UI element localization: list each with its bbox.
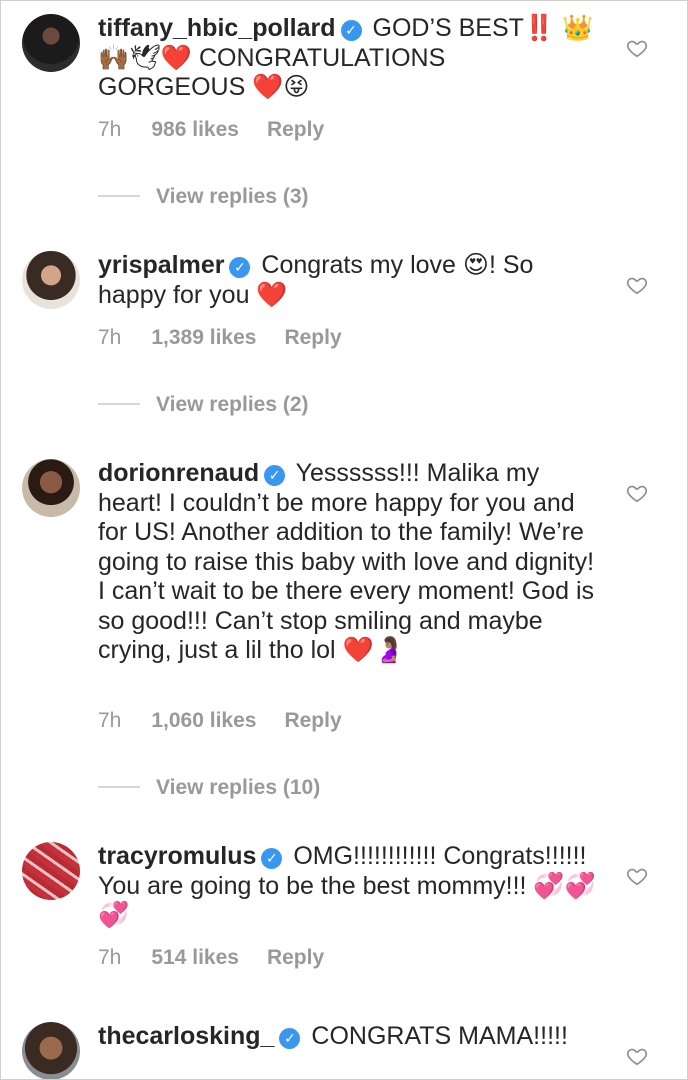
reply-button[interactable]: Reply xyxy=(267,946,324,969)
divider xyxy=(98,403,140,405)
comment-username[interactable]: thecarlosking_ xyxy=(98,1022,274,1050)
view-replies-button[interactable]: View replies (10) xyxy=(98,776,320,800)
comment-username[interactable]: dorionrenaud xyxy=(98,459,259,487)
comment-body: yrispalmer ✓ Congrats my love 😍! So happy… xyxy=(98,251,598,310)
comment-likes[interactable]: 1,060 likes xyxy=(151,709,256,732)
heart-outline-icon[interactable] xyxy=(626,865,648,887)
comment-body: dorionrenaud ✓ Yessssss!!! Malika my hear… xyxy=(98,459,598,666)
reply-button[interactable]: Reply xyxy=(284,709,341,732)
comment-time: 7h xyxy=(98,118,122,141)
comment-text: CONGRATS MAMA!!!!! xyxy=(311,1022,568,1050)
view-replies-button[interactable]: View replies (3) xyxy=(98,185,309,209)
comment-body: thecarlosking_ ✓ CONGRATS MAMA!!!!! xyxy=(98,1022,598,1052)
heart-outline-icon[interactable] xyxy=(626,1045,648,1067)
comment-username[interactable]: yrispalmer xyxy=(98,251,224,279)
reply-button[interactable]: Reply xyxy=(267,118,324,141)
comment-likes[interactable]: 1,389 likes xyxy=(151,326,256,349)
comment-body: tracyromulus ✓ OMG!!!!!!!!!!!! Congrats!!… xyxy=(98,842,598,931)
comment-meta: 7h 1,389 likes Reply xyxy=(98,326,370,350)
verified-badge-icon: ✓ xyxy=(340,20,362,41)
comment-time: 7h xyxy=(98,709,122,732)
comment-meta: 7h 1,060 likes Reply xyxy=(98,709,370,733)
avatar[interactable] xyxy=(22,251,80,309)
comment-body: tiffany_hbic_pollard ✓ GOD’S BEST‼️ 👑🙌🏾🕊❤… xyxy=(98,14,598,103)
heart-outline-icon[interactable] xyxy=(626,274,648,296)
avatar[interactable] xyxy=(22,14,80,72)
avatar[interactable] xyxy=(22,842,80,900)
reply-button[interactable]: Reply xyxy=(284,326,341,349)
comment-meta: 7h 514 likes Reply xyxy=(98,946,352,970)
divider xyxy=(98,195,140,197)
view-replies-label: View replies (10) xyxy=(156,776,321,799)
avatar[interactable] xyxy=(22,459,80,517)
comment-meta: 7h 986 likes Reply xyxy=(98,118,352,142)
comment-text: Yessssss!!! Malika my heart! I couldn’t … xyxy=(98,459,595,664)
heart-outline-icon[interactable] xyxy=(626,482,648,504)
view-replies-button[interactable]: View replies (2) xyxy=(98,393,309,417)
verified-badge-icon: ✓ xyxy=(229,257,251,278)
verified-badge-icon: ✓ xyxy=(264,465,286,486)
heart-outline-icon[interactable] xyxy=(626,37,648,59)
comment-time: 7h xyxy=(98,946,122,969)
avatar[interactable] xyxy=(22,1022,80,1080)
comment-time: 7h xyxy=(98,326,122,349)
comment-likes[interactable]: 514 likes xyxy=(151,946,239,969)
view-replies-label: View replies (3) xyxy=(156,185,309,208)
divider xyxy=(98,786,140,788)
comment-username[interactable]: tiffany_hbic_pollard xyxy=(98,14,336,42)
comment-likes[interactable]: 986 likes xyxy=(151,118,239,141)
view-replies-label: View replies (2) xyxy=(156,393,309,416)
verified-badge-icon: ✓ xyxy=(279,1028,301,1049)
verified-badge-icon: ✓ xyxy=(261,848,283,869)
comment-username[interactable]: tracyromulus xyxy=(98,842,256,870)
